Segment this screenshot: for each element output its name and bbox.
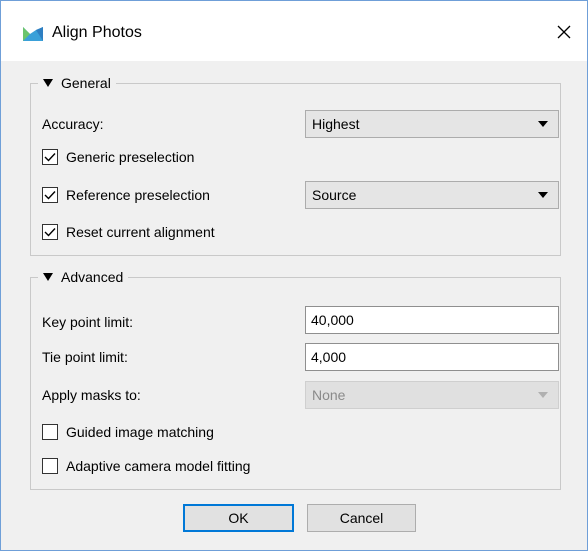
checkbox-unchecked-icon [42,458,58,474]
guided-matching-label: Guided image matching [66,424,214,440]
generic-preselection-label: Generic preselection [66,149,195,165]
accuracy-label: Accuracy: [42,116,104,132]
close-button[interactable] [541,9,587,57]
accuracy-value: Highest [312,116,360,132]
reference-preselection-value: Source [312,187,357,203]
adaptive-fitting-checkbox[interactable]: Adaptive camera model fitting [42,458,250,474]
general-group-header[interactable]: General [38,73,116,93]
collapse-triangle-icon [43,79,53,87]
general-heading: General [61,75,111,91]
dropdown-arrow-icon [538,121,548,127]
accuracy-select[interactable]: Highest [305,110,559,138]
checkbox-checked-icon [42,149,58,165]
align-photos-dialog: Align Photos General Accuracy: Highest G… [0,0,588,551]
apply-masks-select: None [305,381,559,409]
cancel-button[interactable]: Cancel [307,504,416,532]
advanced-group: Advanced Key point limit: 40,000 Tie poi… [30,267,561,490]
close-icon [556,24,572,43]
reference-preselection-select[interactable]: Source [305,181,559,209]
tie-point-limit-value: 4,000 [311,349,347,365]
collapse-triangle-icon [43,273,53,281]
metashape-app-icon [22,26,44,45]
generic-preselection-checkbox[interactable]: Generic preselection [42,149,194,165]
checkbox-checked-icon [42,224,58,240]
reference-preselection-checkbox[interactable]: Reference preselection [42,187,210,203]
title-bar: Align Photos [1,1,587,61]
tie-point-limit-input[interactable]: 4,000 [305,343,559,371]
advanced-heading: Advanced [61,269,124,285]
ok-button[interactable]: OK [183,504,294,532]
advanced-group-header[interactable]: Advanced [38,267,129,287]
checkbox-checked-icon [42,187,58,203]
general-group: General Accuracy: Highest Generic presel… [30,73,561,256]
apply-masks-value: None [312,387,346,403]
checkbox-unchecked-icon [42,424,58,440]
dropdown-arrow-icon [538,392,548,398]
apply-masks-label: Apply masks to: [42,387,141,403]
adaptive-fitting-label: Adaptive camera model fitting [66,458,251,474]
dropdown-arrow-icon [538,192,548,198]
key-point-limit-label: Key point limit: [42,314,134,330]
reset-alignment-label: Reset current alignment [66,224,215,240]
reset-alignment-checkbox[interactable]: Reset current alignment [42,224,215,240]
key-point-limit-value: 40,000 [311,312,354,328]
reference-preselection-label: Reference preselection [66,187,210,203]
tie-point-limit-label: Tie point limit: [42,349,128,365]
window-title: Align Photos [52,24,142,41]
guided-matching-checkbox[interactable]: Guided image matching [42,424,214,440]
key-point-limit-input[interactable]: 40,000 [305,306,559,334]
